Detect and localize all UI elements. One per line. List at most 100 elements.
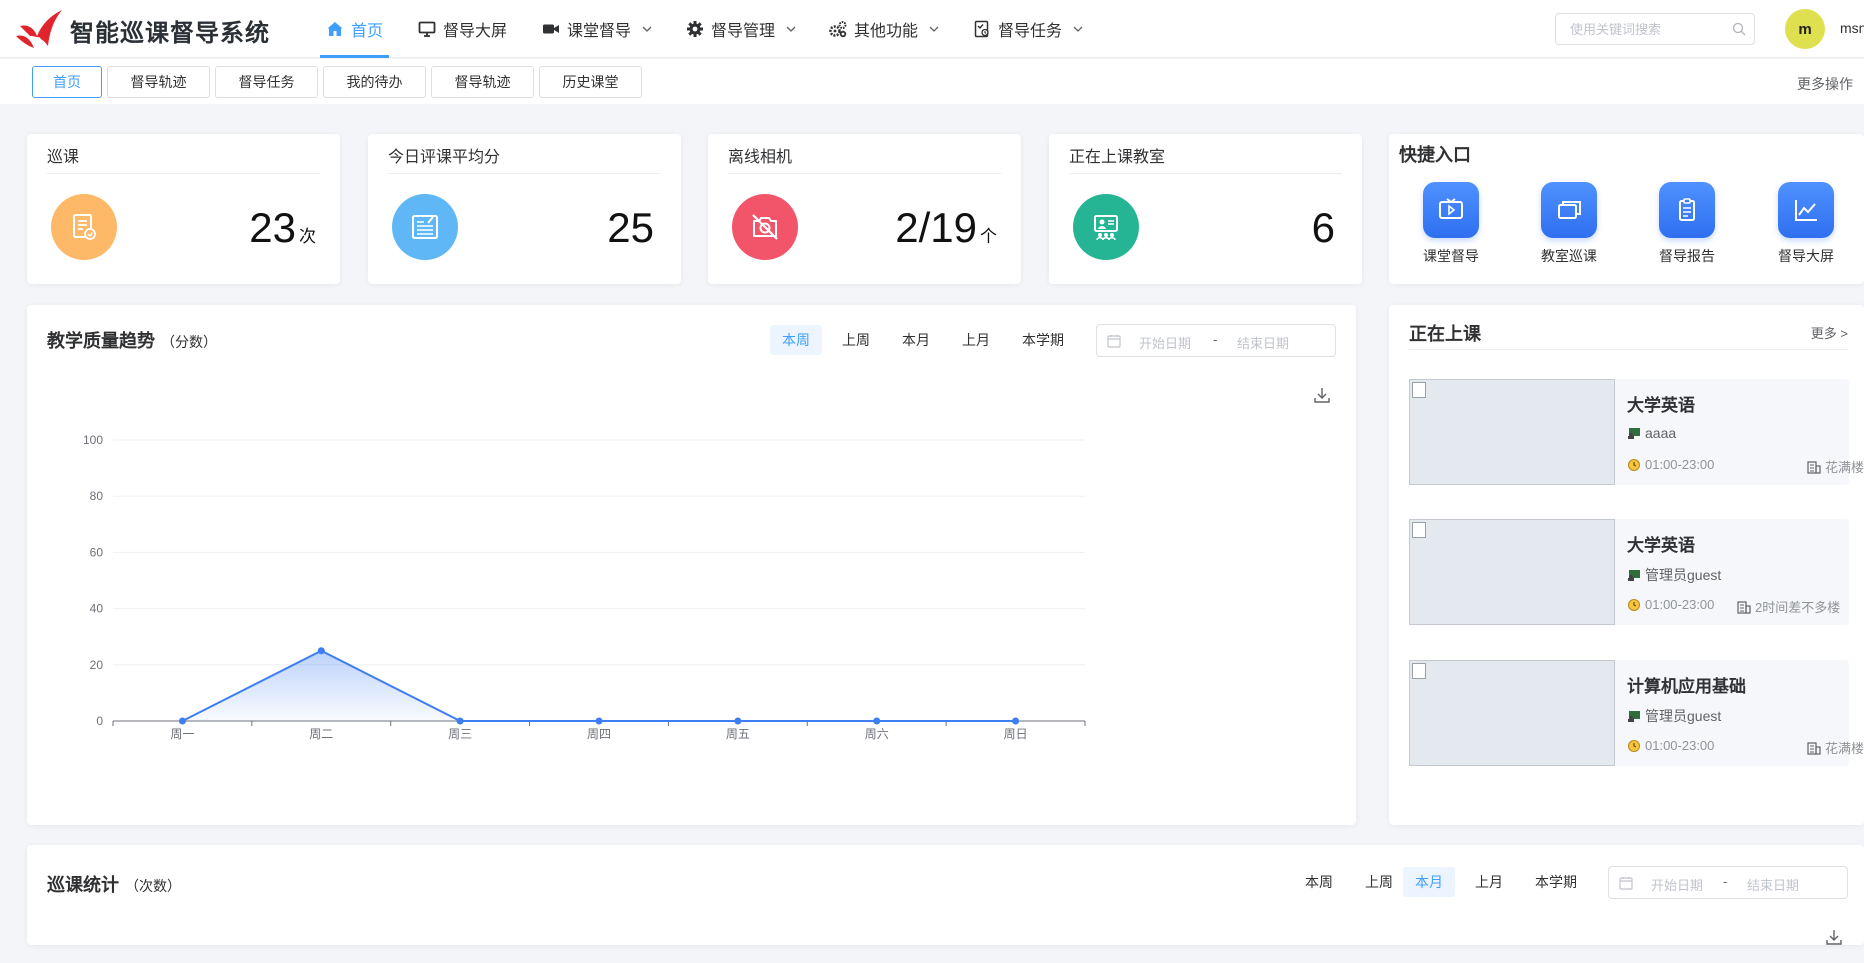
end-date-input[interactable]: 结束日期 [1747, 875, 1799, 894]
home-icon [327, 22, 343, 36]
broken-image-icon [1412, 522, 1426, 538]
clipboard-icon [1679, 198, 1695, 221]
period-this-week[interactable]: 本周 [770, 325, 822, 355]
quick-classroom-patrol[interactable]: 教室巡课 [1524, 182, 1614, 266]
live-classes-card: 正在上课 更多 > 大学英语 aaaa 01:00-23:00 花满楼 大学英语… [1389, 305, 1864, 825]
period-this-semester[interactable]: 本学期 [1010, 325, 1076, 355]
app-logo-icon [16, 10, 62, 48]
course-name: 大学英语 [1627, 536, 1695, 555]
trend-chart: 0 20 40 60 80 100 周一 周二 周三 周四 周五 周六 周日 [83, 433, 1086, 741]
search-icon[interactable] [1732, 22, 1746, 36]
classroom-icon [1073, 194, 1139, 260]
tv-play-icon [1439, 198, 1463, 219]
building-icon [1737, 600, 1751, 614]
download-icon[interactable] [1313, 386, 1331, 404]
data-point [734, 717, 742, 725]
class-thumbnail[interactable] [1409, 379, 1615, 485]
divider [728, 173, 1001, 174]
class-thumbnail[interactable] [1409, 519, 1615, 625]
data-point [456, 717, 464, 725]
y-tick-label: 60 [90, 545, 104, 559]
tab-supervision-tasks[interactable]: 督导任务 [215, 66, 318, 98]
username[interactable]: msn [1840, 20, 1864, 36]
period-this-month[interactable]: 本月 [1403, 867, 1455, 897]
monitor-icon [418, 21, 436, 37]
y-tick-label: 20 [90, 658, 104, 672]
chevron-down-icon [642, 26, 652, 32]
score-sheet-icon [392, 194, 458, 260]
nav-supervision-tasks[interactable]: 督导任务 [973, 0, 1083, 58]
broken-image-icon [1412, 663, 1426, 679]
stat-card-offline-cameras: 离线相机 2/19 个 [708, 134, 1021, 284]
x-tick-label: 周一 [170, 727, 194, 741]
gears-icon [829, 21, 847, 38]
stat-value: 23 次 [249, 204, 316, 251]
x-tick-label: 周四 [587, 727, 611, 741]
end-date-input[interactable]: 结束日期 [1237, 333, 1289, 352]
start-date-input[interactable]: 开始日期 [1139, 333, 1191, 352]
more-link[interactable]: 更多 > [1811, 323, 1848, 342]
building-info: 花满楼 [1807, 738, 1864, 757]
period-this-semester[interactable]: 本学期 [1523, 867, 1589, 897]
clock-icon [1628, 739, 1640, 752]
nav-class-supervision-label: 课堂督导 [567, 23, 632, 40]
tab-home[interactable]: 首页 [32, 66, 102, 98]
nav-home[interactable]: 首页 [319, 0, 390, 58]
x-tick-label: 周二 [309, 727, 333, 741]
period-this-week[interactable]: 本周 [1293, 867, 1345, 897]
period-last-month[interactable]: 上月 [950, 325, 1002, 355]
quick-supervision-report[interactable]: 督导报告 [1642, 182, 1732, 266]
nav-big-screen[interactable]: 督导大屏 [418, 0, 507, 58]
patrol-statistics-card: 巡课统计 （次数） 本周 上周 本月 上月 本学期 开始日期 - 结束日期 [27, 845, 1864, 945]
teacher-info: 管理员guest [1627, 565, 1721, 585]
quick-entry-title: 快捷入口 [1399, 145, 1471, 165]
period-last-week[interactable]: 上周 [1353, 867, 1405, 897]
class-thumbnail[interactable] [1409, 660, 1615, 766]
building-icon [1807, 741, 1821, 755]
start-date-input[interactable]: 开始日期 [1651, 875, 1703, 894]
windows-icon [1558, 201, 1581, 219]
search-input[interactable] [1556, 14, 1716, 44]
period-last-month[interactable]: 上月 [1463, 867, 1515, 897]
date-separator: - [1213, 332, 1218, 347]
tab-supervision-track[interactable]: 督导轨迹 [107, 66, 210, 98]
live-class-item[interactable]: 大学英语 aaaa 01:00-23:00 花满楼 [1409, 379, 1864, 485]
video-camera-icon [543, 24, 559, 34]
data-point [1012, 717, 1020, 725]
tab-history-classes[interactable]: 历史课堂 [539, 66, 642, 98]
top-navbar: 智能巡课督导系统 首页 督导大屏 课堂督导 督导管理 其他功能 督导任务 m m… [0, 0, 1864, 58]
nav-other-functions[interactable]: 其他功能 [829, 0, 939, 58]
stat-value: 2/19 个 [895, 204, 997, 251]
course-name: 大学英语 [1627, 396, 1695, 415]
y-tick-label: 80 [90, 489, 104, 503]
document-icon [51, 194, 117, 260]
period-last-week[interactable]: 上周 [830, 325, 882, 355]
date-range-picker[interactable]: 开始日期 - 结束日期 [1096, 324, 1336, 357]
more-actions-button[interactable]: 更多操作 [1797, 74, 1853, 94]
building-info: 花满楼 [1807, 457, 1864, 476]
live-class-item[interactable]: 大学英语 管理员guest 01:00-23:00 2时间差不多楼 [1409, 519, 1849, 625]
nav-supervision-management[interactable]: 督导管理 [686, 0, 796, 58]
quick-entry-card: 快捷入口 课堂督导 教室巡课 督导报告 督导大屏 [1389, 134, 1864, 284]
tab-supervision-track-2[interactable]: 督导轨迹 [431, 66, 534, 98]
building-icon [1807, 460, 1821, 474]
quick-big-screen[interactable]: 督导大屏 [1761, 182, 1851, 266]
clock-icon [1628, 458, 1640, 471]
period-this-month[interactable]: 本月 [890, 325, 942, 355]
date-range-picker[interactable]: 开始日期 - 结束日期 [1608, 866, 1848, 899]
tab-my-todo[interactable]: 我的待办 [323, 66, 426, 98]
tab-strip: 首页 督导轨迹 督导任务 我的待办 督导轨迹 历史课堂 [0, 59, 1864, 104]
nav-class-supervision[interactable]: 课堂督导 [542, 0, 652, 58]
app-title: 智能巡课督导系统 [70, 20, 270, 47]
y-tick-label: 0 [96, 714, 103, 728]
quick-class-supervision[interactable]: 课堂督导 [1406, 182, 1496, 266]
avatar[interactable]: m [1785, 9, 1825, 49]
chevron-down-icon [1073, 26, 1083, 32]
data-point [595, 717, 603, 725]
download-icon[interactable] [1825, 928, 1843, 946]
stat-title: 巡课 [47, 149, 80, 166]
y-tick-label: 40 [90, 602, 104, 616]
series-area [182, 650, 1016, 721]
building-info: 2时间差不多楼 [1737, 597, 1840, 616]
live-class-item[interactable]: 计算机应用基础 管理员guest 01:00-23:00 花满楼 [1409, 660, 1864, 766]
